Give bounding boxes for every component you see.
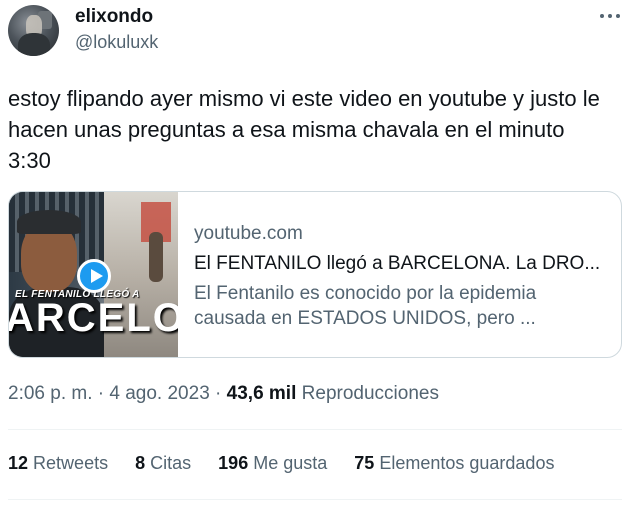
retweets-label: Retweets <box>33 453 109 473</box>
divider <box>8 429 622 430</box>
bookmarks-count: 75 <box>354 453 375 473</box>
quotes-count: 8 <box>135 453 146 473</box>
views-count: 43,6 mil <box>226 383 297 404</box>
tweet-time[interactable]: 2:06 p. m. <box>8 383 93 404</box>
avatar[interactable] <box>8 5 59 56</box>
tweet-meta: 2:06 p. m. · 4 ago. 2023 · 43,6 mil Repr… <box>8 383 439 405</box>
likes-count: 196 <box>218 453 249 473</box>
tweet-text: estoy flipando ayer mismo vi este video … <box>8 86 600 173</box>
dot <box>616 14 620 18</box>
separator: · <box>215 383 222 404</box>
likes-stat[interactable]: 196 Me gusta <box>218 453 327 473</box>
dot <box>608 14 612 18</box>
likes-label: Me gusta <box>253 453 328 473</box>
quotes-stat[interactable]: 8 Citas <box>135 453 191 473</box>
play-icon[interactable] <box>77 259 111 293</box>
divider <box>8 499 622 500</box>
dot <box>600 14 604 18</box>
thumbnail-big-text: ARCELON <box>9 296 178 340</box>
video-thumbnail[interactable]: EL FENTANILO LLEGÓ A ARCELON <box>9 192 178 357</box>
engagement-stats: 12 Retweets 8 Citas 196 Me gusta 75 Elem… <box>8 453 576 474</box>
views-label: Reproducciones <box>301 383 439 404</box>
card-title: El FENTANILO llegó a BARCELONA. La DRO..… <box>194 253 601 274</box>
author-handle[interactable]: @lokuluxk <box>75 32 158 53</box>
separator: · <box>97 383 105 404</box>
bookmarks-stat[interactable]: 75 Elementos guardados <box>354 453 554 473</box>
retweets-count: 12 <box>8 453 29 473</box>
author-name[interactable]: elixondo <box>75 6 153 28</box>
bookmarks-label: Elementos guardados <box>379 453 555 473</box>
more-horizontal-icon[interactable] <box>599 10 621 24</box>
card-description: El Fentanilo es conocido por la epidemia… <box>194 283 537 329</box>
card-domain: youtube.com <box>194 223 303 244</box>
link-card[interactable]: EL FENTANILO LLEGÓ A ARCELON youtube.com… <box>8 191 622 358</box>
quotes-label: Citas <box>150 453 192 473</box>
avatar-detail <box>18 33 50 56</box>
retweets-stat[interactable]: 12 Retweets <box>8 453 108 473</box>
tweet-date[interactable]: 4 ago. 2023 <box>109 383 209 404</box>
thumbnail-cap <box>17 210 81 234</box>
thumbnail-person <box>149 232 163 282</box>
